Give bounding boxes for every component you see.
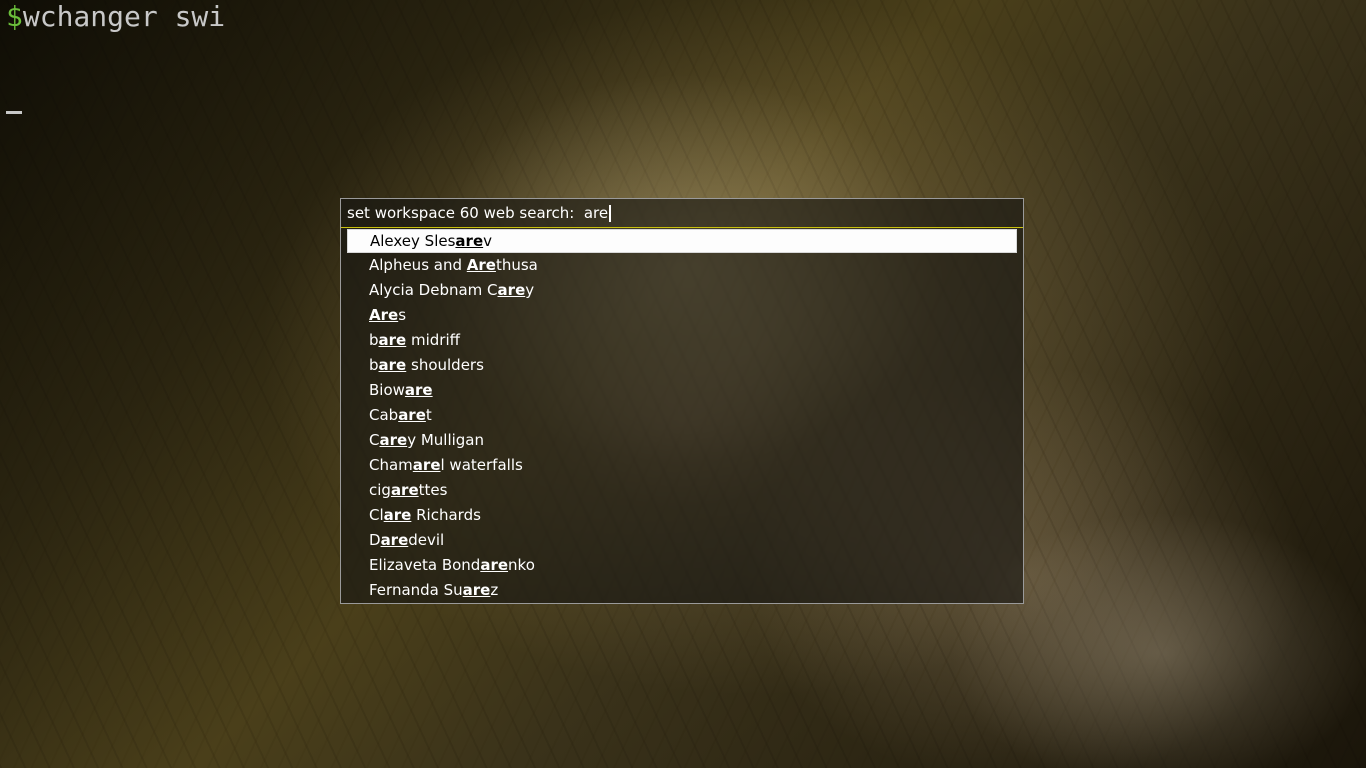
match-highlight: are — [391, 481, 419, 499]
dmenu-result-item[interactable]: Carey Mulligan — [341, 428, 1023, 453]
dmenu-result-item[interactable]: Ares — [341, 303, 1023, 328]
result-text: Elizaveta Bond — [369, 556, 480, 574]
result-text: Cab — [369, 406, 398, 424]
result-text: Alpheus and — [369, 256, 467, 274]
result-text: devil — [408, 531, 444, 549]
dmenu-result-item[interactable]: Alpheus and Arethusa — [341, 253, 1023, 278]
result-text: Cham — [369, 456, 413, 474]
dmenu-result-item[interactable]: Cabaret — [341, 403, 1023, 428]
result-text: midriff — [406, 331, 460, 349]
match-highlight: are — [413, 456, 441, 474]
match-highlight: Are — [467, 256, 496, 274]
result-text: shoulders — [406, 356, 484, 374]
dmenu-result-item[interactable]: Clare Richards — [341, 503, 1023, 528]
result-text: b — [369, 356, 379, 374]
dmenu-result-item[interactable]: Elizaveta Bondarenko — [341, 553, 1023, 578]
dmenu-result-item[interactable]: Daredevil — [341, 528, 1023, 553]
dmenu-prompt: set workspace 60 web search: — [347, 204, 584, 222]
result-text: C — [369, 431, 379, 449]
result-text: thusa — [496, 256, 538, 274]
match-highlight: are — [480, 556, 508, 574]
result-text: Fernanda Su — [369, 581, 463, 599]
result-text: D — [369, 531, 381, 549]
match-highlight: Are — [369, 306, 398, 324]
shell-prompt-symbol: $ — [6, 0, 23, 33]
terminal-window[interactable]: $wchanger swi — [0, 0, 231, 114]
dmenu-text-cursor — [609, 205, 611, 222]
result-text: cig — [369, 481, 391, 499]
dmenu-result-item[interactable]: Alycia Debnam Carey — [341, 278, 1023, 303]
dmenu-query-text[interactable]: are — [584, 204, 608, 222]
match-highlight: are — [463, 581, 491, 599]
result-text: Richards — [411, 506, 481, 524]
dmenu-result-item[interactable]: Fernanda Suarez — [341, 578, 1023, 603]
dmenu-result-item[interactable]: Bioware — [341, 378, 1023, 403]
dmenu-input-row[interactable]: set workspace 60 web search: are — [341, 199, 1023, 228]
match-highlight: are — [405, 381, 433, 399]
shell-command: wchanger swi — [23, 0, 225, 33]
result-text: z — [490, 581, 498, 599]
result-text: nko — [508, 556, 535, 574]
match-highlight: are — [381, 531, 409, 549]
match-highlight: are — [398, 406, 426, 424]
terminal-cursor — [6, 82, 22, 114]
result-text: Alycia Debnam C — [369, 281, 498, 299]
result-text: t — [426, 406, 432, 424]
match-highlight: are — [384, 506, 412, 524]
result-text: y — [525, 281, 534, 299]
dmenu-launcher[interactable]: set workspace 60 web search: are Alexey … — [340, 198, 1024, 604]
result-text: l waterfalls — [441, 456, 523, 474]
result-text: Alexey Sles — [370, 232, 455, 250]
dmenu-result-item[interactable]: cigarettes — [341, 478, 1023, 503]
result-text: Biow — [369, 381, 405, 399]
match-highlight: are — [379, 431, 407, 449]
result-text: b — [369, 331, 379, 349]
result-text: v — [483, 232, 492, 250]
match-highlight: are — [498, 281, 526, 299]
match-highlight: are — [455, 232, 483, 250]
result-text: Cl — [369, 506, 384, 524]
dmenu-results-list: Alexey SlesarevAlpheus and ArethusaAlyci… — [341, 229, 1023, 603]
match-highlight: are — [379, 331, 407, 349]
dmenu-result-item[interactable]: bare midriff — [341, 328, 1023, 353]
match-highlight: are — [379, 356, 407, 374]
dmenu-result-item[interactable]: bare shoulders — [341, 353, 1023, 378]
result-text: ttes — [419, 481, 448, 499]
dmenu-result-item[interactable]: Chamarel waterfalls — [341, 453, 1023, 478]
result-text: s — [398, 306, 406, 324]
result-text: y Mulligan — [407, 431, 484, 449]
dmenu-result-item[interactable]: Alexey Slesarev — [347, 229, 1017, 253]
